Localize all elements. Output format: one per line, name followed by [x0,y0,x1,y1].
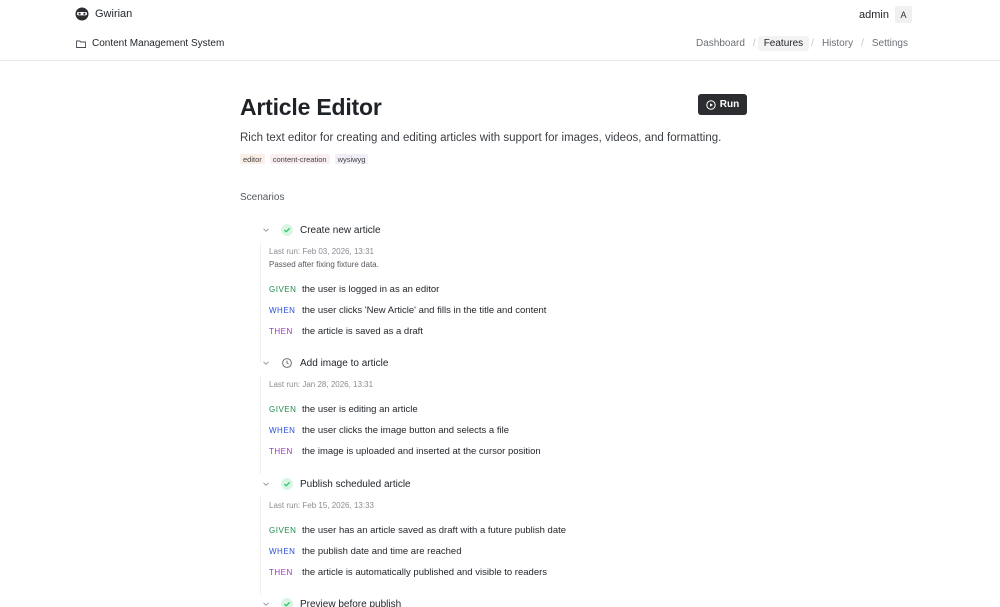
user-menu[interactable]: admin A [859,6,912,23]
nav-settings[interactable]: Settings [866,36,914,51]
step-text: the user has an article saved as draft w… [302,525,567,536]
given-keyword: GIVEN [269,526,297,535]
chevron-down-icon[interactable] [262,480,270,488]
chevron-down-icon[interactable] [262,226,270,234]
chevron-down-icon[interactable] [262,600,270,607]
check-circle-icon [281,224,293,236]
feature-description: Rich text editor for creating and editin… [240,132,722,144]
folder-icon [76,40,86,48]
scenario-header[interactable]: Publish scheduled article [260,477,411,491]
nav-separator: / [752,38,756,49]
tag[interactable]: content-creation [269,154,330,164]
scenario-title: Preview before publish [300,598,402,607]
tag-list: editor content-creation wysiwyg [240,154,750,164]
nav-dashboard[interactable]: Dashboard [690,36,751,51]
clock-icon [282,358,292,368]
glasses-mask-icon [75,7,89,21]
scenario-title: Publish scheduled article [300,478,411,490]
scenario-details: Last run: Feb 03, 2026, 13:31 Passed aft… [260,243,750,363]
chevron-down-icon[interactable] [262,359,270,367]
project-breadcrumb[interactable]: Content Management System [76,38,224,49]
brand[interactable]: Gwirian [75,6,132,22]
last-run: Last run: Jan 28, 2026, 13:31 [269,380,374,389]
then-keyword: THEN [269,447,293,456]
when-keyword: WHEN [269,306,296,315]
step-then: THEN the article is saved as a draft [269,326,423,337]
nav-features[interactable]: Features [757,36,810,51]
app-name: Gwirian [95,8,133,20]
when-keyword: WHEN [269,547,296,556]
step-text: the user is editing an article [302,404,418,415]
step-text: the user clicks 'New Article' and fills … [302,305,547,316]
given-keyword: GIVEN [269,285,297,294]
nav-separator: / [811,38,814,49]
scenario-header[interactable]: Preview before publish [260,597,401,607]
tag[interactable]: wysiwyg [334,154,369,164]
scenario-header[interactable]: Create new article [260,223,381,237]
step-text: the user is logged in as an editor [302,284,440,295]
run-button[interactable]: Run [698,94,747,115]
nav-history[interactable]: History [816,36,859,51]
then-keyword: THEN [269,568,293,577]
main-nav: Dashboard / Features / History / Setting… [690,36,914,51]
step-given: GIVEN the user is logged in as an editor [269,284,439,295]
last-run: Last run: Feb 03, 2026, 13:31 [269,247,374,256]
given-keyword: GIVEN [269,405,297,414]
step-text: the article is saved as a draft [302,326,423,337]
nav-separator: / [861,38,864,49]
play-circle-icon [706,99,716,110]
step-text: the image is uploaded and inserted at th… [302,446,541,457]
avatar[interactable]: A [895,6,912,23]
user-name: admin [859,8,889,21]
step-given: GIVEN the user is editing an article [269,404,418,415]
step-given: GIVEN the user has an article saved as d… [269,525,566,536]
scenarios-heading: Scenarios [240,192,285,203]
when-keyword: WHEN [269,426,296,435]
scenario-title: Add image to article [300,357,389,369]
step-then: THEN the image is uploaded and inserted … [269,446,541,457]
step-text: the article is automatically published a… [302,567,548,578]
step-then: THEN the article is automatically publis… [269,567,547,578]
scenario-details: Last run: Feb 15, 2026, 13:33 GIVEN the … [260,497,750,595]
run-label: Run [719,99,740,110]
scenario-header[interactable]: Add image to article [260,356,388,370]
tag[interactable]: editor [240,154,265,164]
scenario-note: Passed after fixing fixture data. [269,260,379,269]
step-text: the publish date and time are reached [302,546,462,557]
step-when: WHEN the user clicks the image button an… [269,425,509,436]
step-text: the user clicks the image button and sel… [302,425,510,436]
top-bar: Gwirian admin A Content Management Syste… [0,0,1000,61]
last-run: Last run: Feb 15, 2026, 13:33 [269,501,374,510]
feature-title: Article Editor [240,94,382,120]
check-circle-icon [281,598,293,607]
step-when: WHEN the publish date and time are reach… [269,546,462,557]
project-name: Content Management System [92,38,225,49]
scenario-details: Last run: Jan 28, 2026, 13:31 GIVEN the … [260,376,750,474]
step-when: WHEN the user clicks 'New Article' and f… [269,305,546,316]
check-circle-icon [281,478,293,490]
scenario-title: Create new article [300,224,381,236]
feature-header: Article Editor Run Rich text editor for … [240,90,750,164]
then-keyword: THEN [269,327,293,336]
